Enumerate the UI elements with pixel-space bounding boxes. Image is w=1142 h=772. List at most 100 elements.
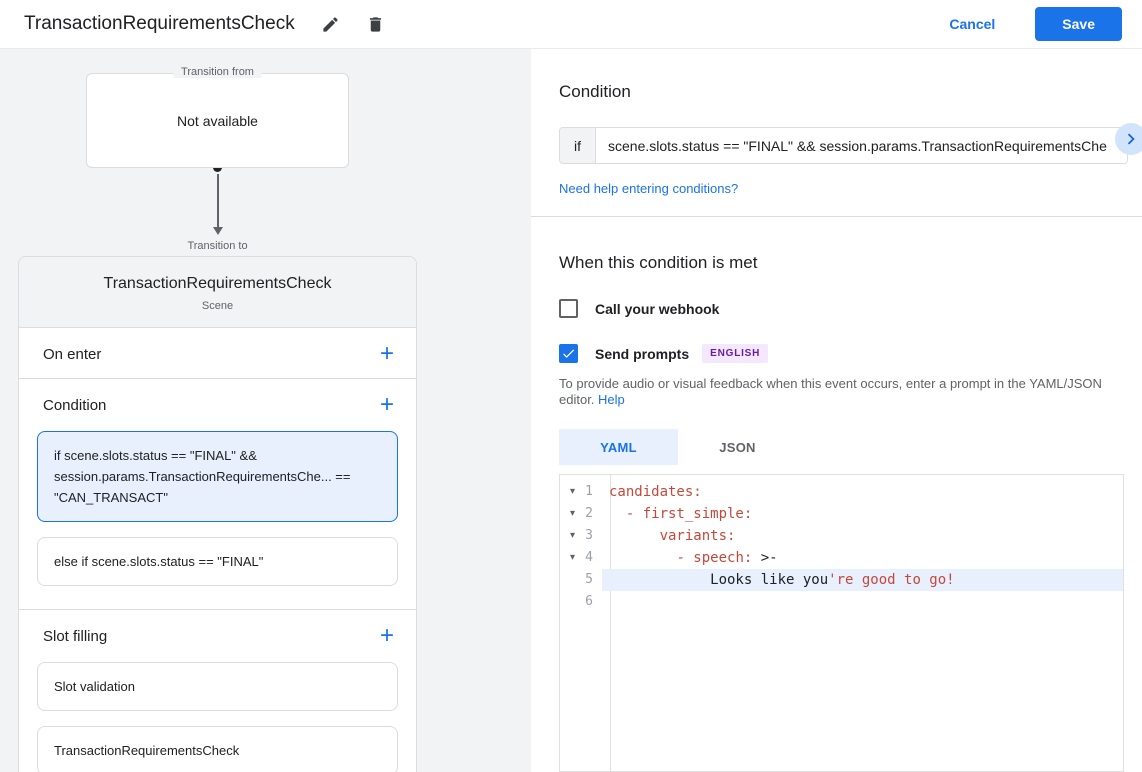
scene-card: TransactionRequirementsCheck Scene On en… bbox=[18, 256, 417, 772]
editor-line[interactable]: 5 Looks like you're good to go! bbox=[560, 569, 1123, 591]
conditions-help-link[interactable]: Need help entering conditions? bbox=[559, 181, 738, 196]
code-token bbox=[609, 550, 676, 566]
main-content: Transition from Not available Transition… bbox=[0, 49, 1142, 772]
code-line: - first_simple: bbox=[602, 503, 1123, 525]
transition-from-value: Not available bbox=[177, 113, 258, 129]
scene-graph-panel: Transition from Not available Transition… bbox=[0, 49, 531, 772]
connector-line bbox=[217, 174, 219, 227]
help-link[interactable]: Help bbox=[598, 392, 625, 407]
fold-arrow-icon[interactable]: ▾ bbox=[560, 503, 585, 525]
line-number: 2 bbox=[585, 503, 602, 525]
collapse-panel-button[interactable] bbox=[1115, 123, 1142, 155]
send-prompts-label: Send prompts bbox=[595, 346, 689, 362]
header-actions: Cancel Save bbox=[943, 7, 1122, 41]
fold-arrow-icon[interactable]: ▾ bbox=[560, 481, 585, 503]
condition-section-header: Condition + bbox=[19, 379, 416, 429]
yaml-editor[interactable]: ▾1candidates:▾2 - first_simple:▾3 varian… bbox=[559, 474, 1124, 772]
arrowhead-icon bbox=[213, 227, 223, 235]
transition-arrow bbox=[18, 163, 417, 235]
condition-input-row: if bbox=[559, 127, 1128, 164]
chevron-right-icon bbox=[1120, 128, 1142, 150]
slot-filling-section-header: Slot filling + bbox=[19, 610, 416, 660]
fold-spacer bbox=[560, 569, 585, 591]
when-met-title: When this condition is met bbox=[559, 253, 1142, 273]
edit-title-button[interactable] bbox=[321, 15, 340, 34]
topbar: TransactionRequirementsCheck Cancel Save bbox=[0, 0, 1142, 49]
send-prompts-row: Send prompts ENGLISH bbox=[559, 344, 1142, 363]
code-token: candidates: bbox=[609, 484, 702, 500]
add-condition-button[interactable]: + bbox=[376, 395, 398, 415]
scene-card-subtitle: Scene bbox=[35, 300, 400, 312]
condition-section: Condition + if scene.slots.status == "FI… bbox=[19, 379, 416, 610]
code-line: variants: bbox=[602, 525, 1123, 547]
webhook-checkbox[interactable] bbox=[559, 299, 578, 318]
check-icon bbox=[561, 346, 576, 361]
code-line: - speech: >- bbox=[602, 547, 1123, 569]
prompt-description-text: To provide audio or visual feedback when… bbox=[559, 376, 1102, 407]
if-prefix: if bbox=[560, 128, 596, 163]
line-number: 1 bbox=[585, 481, 602, 503]
editor-line[interactable]: ▾4 - speech: >- bbox=[560, 547, 1123, 569]
code-token bbox=[609, 528, 660, 544]
line-number: 3 bbox=[585, 525, 602, 547]
code-token: 're good to go! bbox=[828, 572, 954, 588]
fold-arrow-icon[interactable]: ▾ bbox=[560, 525, 585, 547]
line-number: 4 bbox=[585, 547, 602, 569]
condition-card[interactable]: if scene.slots.status == "FINAL" && sess… bbox=[37, 431, 398, 522]
condition-panel-title: Condition bbox=[559, 82, 1142, 102]
line-number: 6 bbox=[585, 591, 602, 613]
transition-to-label: Transition to bbox=[18, 240, 417, 252]
slot-filling-section: Slot filling + Slot validation Transactio… bbox=[19, 610, 416, 772]
fold-spacer bbox=[560, 591, 585, 613]
editor-line[interactable]: ▾2 - first_simple: bbox=[560, 503, 1123, 525]
code-token: >- bbox=[752, 550, 777, 566]
send-prompts-checkbox[interactable] bbox=[559, 344, 578, 363]
pencil-icon bbox=[321, 15, 340, 34]
slot-filling-label: Slot filling bbox=[43, 628, 107, 645]
on-enter-section: On enter + bbox=[19, 328, 416, 379]
editor-line[interactable]: 6 bbox=[560, 591, 1123, 613]
slot-card[interactable]: TransactionRequirementsCheck bbox=[37, 726, 398, 772]
webhook-label: Call your webhook bbox=[595, 301, 719, 317]
section-divider bbox=[531, 216, 1142, 217]
editor-line[interactable]: ▾1 candidates: bbox=[560, 481, 1123, 503]
code-line: Looks like you're good to go! bbox=[602, 569, 1123, 591]
tab-json[interactable]: JSON bbox=[678, 429, 797, 465]
code-token: - speech: bbox=[676, 550, 752, 566]
code-token: - first_simple: bbox=[626, 506, 752, 522]
editor-lines: ▾1candidates:▾2 - first_simple:▾3 varian… bbox=[560, 475, 1123, 613]
scene-card-header[interactable]: TransactionRequirementsCheck Scene bbox=[19, 257, 416, 328]
webhook-row: Call your webhook bbox=[559, 299, 1142, 318]
fold-arrow-icon[interactable]: ▾ bbox=[560, 547, 585, 569]
scene-card-title: TransactionRequirementsCheck bbox=[35, 275, 400, 293]
add-slot-button[interactable]: + bbox=[376, 626, 398, 646]
condition-detail-panel: Condition if Need help entering conditio… bbox=[531, 49, 1142, 772]
on-enter-label: On enter bbox=[43, 346, 101, 363]
editor-tabs: YAMLJSON bbox=[559, 429, 1142, 465]
condition-section-label: Condition bbox=[43, 397, 106, 414]
language-badge: ENGLISH bbox=[702, 344, 768, 363]
condition-card-list: if scene.slots.status == "FINAL" && sess… bbox=[19, 429, 416, 609]
transition-from-label: Transition from bbox=[173, 66, 262, 78]
delete-scene-button[interactable] bbox=[366, 15, 385, 34]
save-button[interactable]: Save bbox=[1035, 7, 1122, 41]
prompt-description: To provide audio or visual feedback when… bbox=[559, 376, 1139, 408]
slot-card-list: Slot validation TransactionRequirementsCh… bbox=[19, 660, 416, 772]
editor-line[interactable]: ▾3 variants: bbox=[560, 525, 1123, 547]
title-area: TransactionRequirementsCheck bbox=[24, 13, 385, 35]
code-line: candidates: bbox=[602, 481, 1123, 503]
tab-yaml[interactable]: YAML bbox=[559, 429, 678, 465]
transition-from-box: Transition from Not available bbox=[86, 73, 349, 168]
slot-card[interactable]: Slot validation bbox=[37, 662, 398, 711]
code-token: Looks like you bbox=[609, 572, 828, 588]
add-on-enter-button[interactable]: + bbox=[376, 344, 398, 364]
cancel-button[interactable]: Cancel bbox=[943, 12, 1001, 36]
condition-input[interactable] bbox=[596, 128, 1127, 163]
page-title: TransactionRequirementsCheck bbox=[24, 13, 295, 35]
condition-card[interactable]: else if scene.slots.status == "FINAL" bbox=[37, 537, 398, 586]
code-line bbox=[602, 591, 1123, 613]
trash-icon bbox=[366, 15, 385, 34]
code-token: variants: bbox=[660, 528, 736, 544]
code-token bbox=[609, 506, 626, 522]
line-number: 5 bbox=[585, 569, 602, 591]
